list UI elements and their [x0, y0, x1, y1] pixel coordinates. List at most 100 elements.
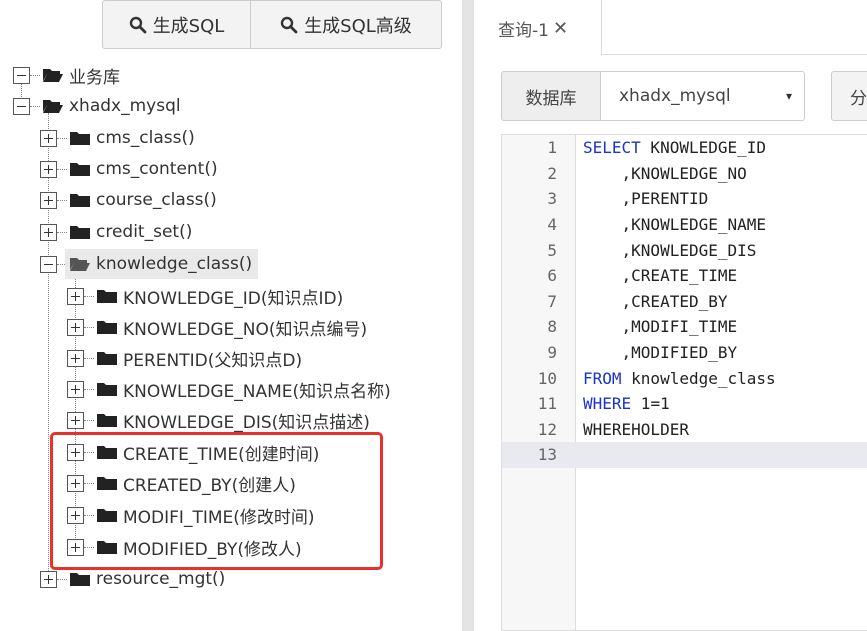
- code-line[interactable]: 1 SELECT KNOWLEDGE_ID: [502, 135, 867, 161]
- tree-node-table[interactable]: course_class(): [40, 186, 217, 214]
- tree-node-label: PERENTID(父知识点D): [123, 350, 303, 371]
- sql-keyword: WHERE: [583, 394, 632, 414]
- search-icon: [280, 16, 298, 33]
- sql-editor[interactable]: 1 SELECT KNOWLEDGE_ID 2 ,KNOWLEDGE_NO 3 ,PE…: [501, 134, 867, 631]
- line-number: 13: [537, 445, 557, 465]
- tree-node-column[interactable]: PERENTID(父知识点D): [67, 344, 302, 372]
- expand-toggle-icon[interactable]: [40, 191, 57, 209]
- generate-sql-label: 生成SQL: [152, 15, 225, 37]
- line-number: 11: [537, 394, 557, 414]
- sql-text: ,MODIFI_TIME: [583, 317, 738, 337]
- search-icon: [129, 16, 147, 33]
- code-line[interactable]: 5 ,KNOWLEDGE_DIS: [502, 237, 867, 263]
- collapse-toggle-icon[interactable]: [40, 255, 57, 273]
- code-text: ,MODIFI_TIME: [583, 317, 738, 337]
- expand-toggle-icon[interactable]: [40, 570, 57, 588]
- tab-label: 查询-1: [498, 20, 549, 41]
- tab-query-1[interactable]: 查询-1 ✕: [474, 0, 602, 56]
- expand-toggle-icon[interactable]: [67, 349, 84, 367]
- tree-node-column[interactable]: KNOWLEDGE_NO(知识点编号): [67, 313, 367, 341]
- tree-node-root-business[interactable]: 业务库: [13, 61, 120, 89]
- expand-toggle-icon[interactable]: [67, 380, 84, 398]
- collapse-toggle-icon[interactable]: [13, 66, 30, 84]
- tree-node-table[interactable]: cms_class(): [40, 124, 195, 152]
- code-line[interactable]: 7 ,CREATED_BY: [502, 289, 867, 315]
- expand-toggle-icon[interactable]: [67, 411, 84, 429]
- line-number: 2: [547, 163, 557, 183]
- line-number: 6: [547, 266, 557, 286]
- sql-text: ,KNOWLEDGE_NAME: [583, 215, 767, 235]
- database-select[interactable]: xhadx_mysql ▾: [601, 71, 805, 121]
- sql-button-group: 生成SQL 生成SQL高级: [102, 0, 442, 49]
- folder-icon: [97, 321, 117, 334]
- tree-node-label: KNOWLEDGE_DIS(知识点描述): [123, 412, 370, 433]
- tree-node-label: course_class(): [96, 190, 217, 210]
- generate-sql-advanced-button[interactable]: 生成SQL高级: [251, 0, 442, 49]
- code-line[interactable]: 2 ,KNOWLEDGE_NO: [502, 161, 867, 187]
- line-number: 12: [537, 419, 557, 439]
- code-line[interactable]: 10 FROM knowledge_class: [502, 365, 867, 391]
- line-number: 5: [547, 240, 557, 260]
- code-text: SELECT KNOWLEDGE_ID: [583, 138, 766, 157]
- folder-icon: [97, 414, 117, 427]
- tree-node-label: cms_class(): [96, 128, 195, 148]
- schema-tree-panel: 生成SQL 生成SQL高级 业务库 xhadx_mysql cms_class(…: [0, 0, 462, 631]
- code-line[interactable]: 13: [502, 442, 867, 468]
- sql-text: ,CREATED_BY: [583, 291, 728, 311]
- sql-text: 1=1: [631, 394, 670, 414]
- sql-text: KNOWLEDGE_ID: [640, 138, 767, 158]
- tree-node-label: resource_mgt(): [96, 569, 226, 589]
- database-label: 数据库: [501, 71, 601, 121]
- expand-toggle-icon[interactable]: [67, 287, 84, 305]
- folder-icon: [97, 383, 117, 396]
- generate-sql-button[interactable]: 生成SQL: [102, 0, 251, 49]
- expand-toggle-icon[interactable]: [40, 129, 57, 147]
- tree-node-column[interactable]: KNOWLEDGE_ID(知识点ID): [67, 282, 343, 310]
- code-line[interactable]: 9 ,MODIFIED_BY: [502, 340, 867, 366]
- line-number: 9: [547, 343, 557, 363]
- side-action-button[interactable]: 分: [831, 71, 867, 121]
- expand-toggle-icon[interactable]: [40, 160, 57, 178]
- expand-toggle-icon[interactable]: [40, 223, 57, 241]
- code-line[interactable]: 3 ,PERENTID: [502, 186, 867, 212]
- sql-text: ,KNOWLEDGE_NO: [583, 163, 747, 183]
- tree-node-database[interactable]: xhadx_mysql: [13, 92, 181, 120]
- folder-icon: [70, 132, 90, 145]
- code-line[interactable]: 12 WHEREHOLDER: [502, 417, 867, 443]
- folder-open-icon: [70, 258, 90, 271]
- code-text: ,KNOWLEDGE_NAME: [583, 215, 767, 235]
- sql-keyword: SELECT: [583, 138, 641, 158]
- panel-splitter[interactable]: [462, 0, 474, 631]
- tree-node-label: KNOWLEDGE_ID(知识点ID): [123, 288, 344, 309]
- expand-toggle-icon[interactable]: [67, 318, 84, 336]
- tree-node-label: KNOWLEDGE_NAME(知识点名称): [123, 381, 391, 402]
- folder-icon: [70, 194, 90, 207]
- line-number: 4: [547, 215, 557, 235]
- tree-node-label: 业务库: [69, 67, 120, 88]
- tree-node-table-selected[interactable]: knowledge_class(): [40, 249, 259, 279]
- tree-node-table[interactable]: cms_content(): [40, 155, 218, 183]
- database-select-value: xhadx_mysql: [619, 86, 731, 106]
- code-text: WHEREHOLDER: [583, 420, 689, 439]
- selected-node-highlight[interactable]: knowledge_class(): [65, 249, 259, 279]
- tree-node-column[interactable]: KNOWLEDGE_DIS(知识点描述): [67, 406, 370, 434]
- code-text: ,CREATED_BY: [583, 292, 728, 311]
- close-icon[interactable]: ✕: [553, 18, 568, 39]
- code-line[interactable]: 6 ,CREATE_TIME: [502, 263, 867, 289]
- tab-bar: 查询-1 ✕: [474, 0, 867, 56]
- tree-node-label: credit_set(): [96, 222, 193, 242]
- collapse-toggle-icon[interactable]: [13, 97, 30, 115]
- code-line[interactable]: 4 ,KNOWLEDGE_NAME: [502, 212, 867, 238]
- folder-icon: [70, 163, 90, 176]
- side-action-label: 分: [850, 88, 867, 109]
- code-line[interactable]: 11 WHERE 1=1: [502, 391, 867, 417]
- folder-icon: [97, 352, 117, 365]
- tree-node-table[interactable]: credit_set(): [40, 218, 192, 246]
- code-line[interactable]: 8 ,MODIFI_TIME: [502, 314, 867, 340]
- folder-icon: [70, 573, 90, 586]
- sql-keyword: FROM: [583, 368, 622, 388]
- code-text: ,PERENTID: [583, 189, 709, 208]
- line-number: 7: [547, 291, 557, 311]
- tree-node-column[interactable]: KNOWLEDGE_NAME(知识点名称): [67, 375, 391, 403]
- line-number: 8: [547, 317, 557, 337]
